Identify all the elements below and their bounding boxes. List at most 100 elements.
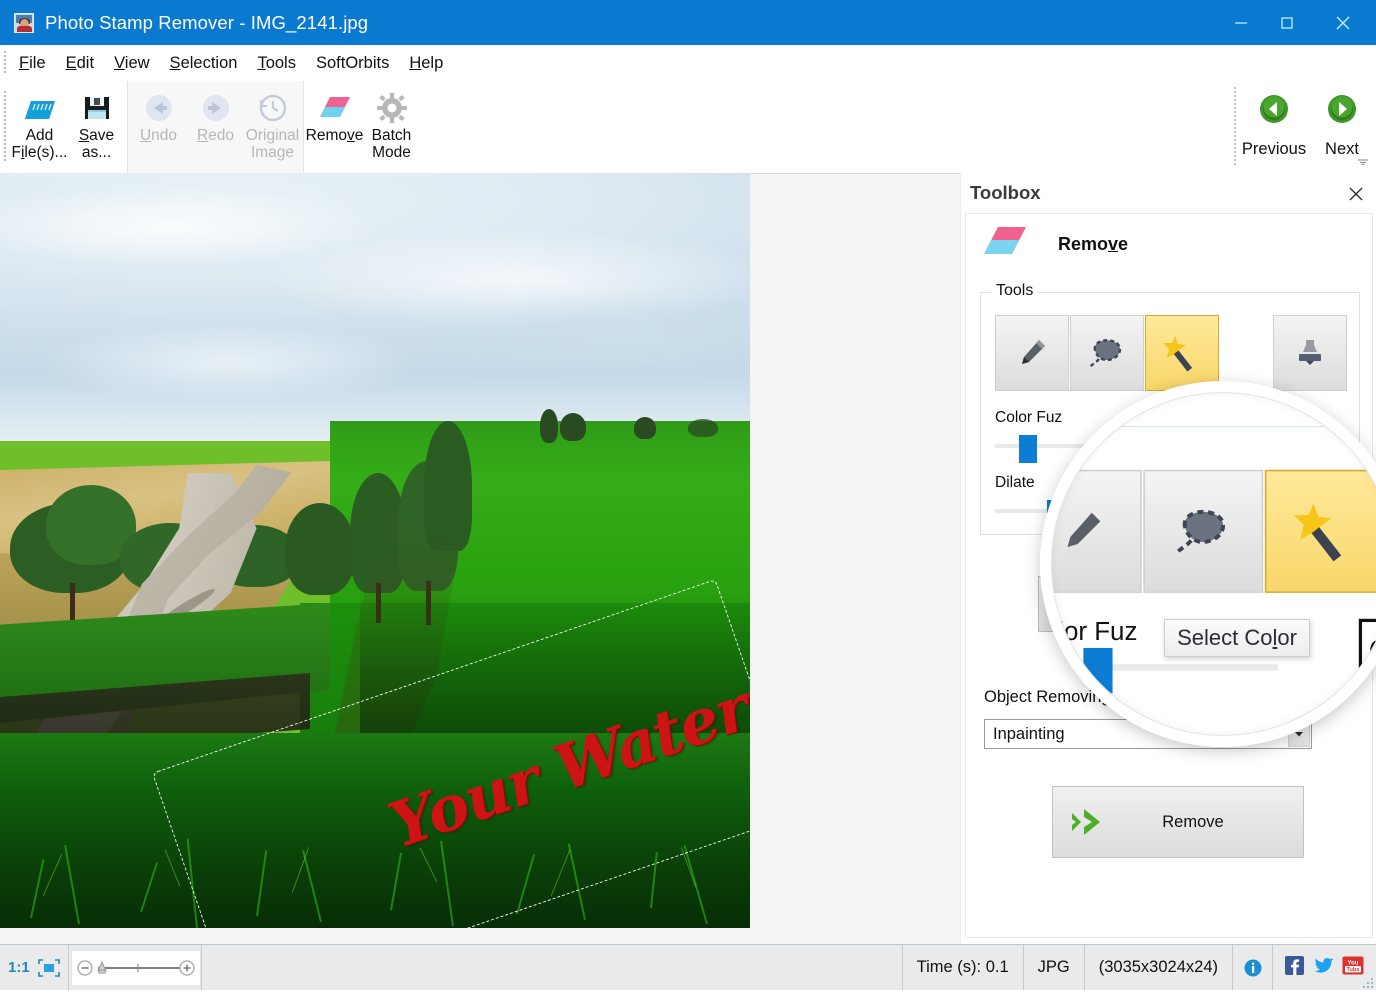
next-button[interactable]: Next xyxy=(1308,81,1376,173)
object-removing-mode-select[interactable]: Inpainting xyxy=(984,719,1312,749)
chevron-down-icon[interactable] xyxy=(1288,721,1310,747)
toolbox-panel: Toolbox Remove Tools Color Fuz 0 Dilate … xyxy=(960,173,1376,944)
undo-arrow-icon xyxy=(143,89,175,127)
youtube-icon[interactable]: You Tube xyxy=(1342,956,1364,980)
open-folder-icon xyxy=(23,89,57,127)
redo-button[interactable]: Redo xyxy=(187,85,244,169)
close-icon[interactable] xyxy=(1345,183,1367,205)
close-icon[interactable] xyxy=(1310,0,1376,45)
menu-item-tools[interactable]: Tools xyxy=(247,51,306,76)
maximize-icon[interactable] xyxy=(1264,0,1310,45)
distant-tree xyxy=(634,417,656,439)
menu-item-help[interactable]: Help xyxy=(399,51,453,76)
remove-section-title: Remove xyxy=(1058,233,1129,254)
batch-mode-label-1: Batch xyxy=(371,127,412,144)
undo-button[interactable]: Undo xyxy=(130,85,187,169)
menu-bar: File Edit View Selection Tools SoftOrbit… xyxy=(0,45,1376,81)
info-icon[interactable] xyxy=(1233,945,1273,990)
load-selection-button[interactable] xyxy=(1320,576,1374,632)
select-color-button[interactable]: Select Color xyxy=(1164,619,1310,657)
menu-item-edit[interactable]: Edit xyxy=(56,51,104,76)
resize-grip-icon[interactable] xyxy=(1362,976,1374,988)
add-files-button[interactable]: Add File(s)... xyxy=(11,85,68,169)
title-bar: Photo Stamp Remover - IMG_2141.jpg xyxy=(0,0,1376,45)
lasso-tool[interactable] xyxy=(1070,315,1144,391)
dilate-label: Dilate xyxy=(995,474,1035,491)
remove-button[interactable]: Remove xyxy=(306,85,363,169)
menu-item-view[interactable]: View xyxy=(104,51,159,76)
save-as-label-1: Save xyxy=(78,127,115,144)
minimize-icon[interactable] xyxy=(1218,0,1264,45)
menu-item-softorbits[interactable]: SoftOrbits xyxy=(306,51,399,76)
color-fuzziness-number: 0 xyxy=(1290,439,1299,456)
color-fuzziness-slider[interactable] xyxy=(995,435,1267,463)
dilate-number: 2 xyxy=(1290,504,1299,521)
undo-label: Undo xyxy=(139,127,178,144)
remove-ribbon-label: Remove xyxy=(305,127,364,144)
menu-item-selection[interactable]: Selection xyxy=(160,51,248,76)
color-fuzziness-value[interactable]: 0 xyxy=(1283,433,1343,463)
menu-drag-grip[interactable] xyxy=(0,45,9,81)
distant-tree xyxy=(560,413,586,441)
remove-action-button[interactable]: Remove xyxy=(1052,786,1304,858)
photo-preview[interactable]: Your Watermark xyxy=(0,173,750,928)
add-files-label-1: Add xyxy=(25,127,54,144)
tools-legend: Tools xyxy=(991,282,1039,300)
distant-tree xyxy=(540,409,558,443)
twitter-icon[interactable] xyxy=(1313,956,1334,979)
toolbar-group-actions: Remove Batch Mode xyxy=(304,81,1368,173)
gear-icon xyxy=(376,89,408,127)
magic-wand-tool[interactable] xyxy=(1145,315,1219,391)
spinner-arrows[interactable] xyxy=(1326,434,1342,462)
marker-tool[interactable] xyxy=(995,315,1069,391)
original-image-button[interactable]: Original Image xyxy=(244,85,301,169)
original-image-label-1: Original xyxy=(245,127,300,144)
dilate-value[interactable]: 2 xyxy=(1283,498,1343,528)
menu-item-file[interactable]: File xyxy=(9,51,56,76)
processing-time: Time (s): 0.1 xyxy=(902,945,1024,990)
status-spacer xyxy=(201,945,903,990)
status-bar: 1:1 Time (s): 0.1 JPG (3035x3024x24) You… xyxy=(0,944,1376,990)
toolbar-drag-grip[interactable] xyxy=(0,81,9,173)
window-controls xyxy=(1218,0,1376,45)
zoom-controls: 1:1 xyxy=(0,945,69,990)
green-double-arrow-icon xyxy=(1063,805,1119,839)
stamp-tool[interactable] xyxy=(1273,315,1347,391)
dilate-slider[interactable] xyxy=(995,500,1267,528)
green-right-arrow-icon xyxy=(1326,93,1358,130)
object-removing-mode-value: Inpainting xyxy=(993,724,1065,743)
redo-arrow-icon xyxy=(200,89,232,127)
facebook-icon[interactable] xyxy=(1285,955,1304,980)
next-label: Next xyxy=(1325,140,1359,158)
spinner-arrows[interactable] xyxy=(1326,499,1342,527)
tools-group: Tools Color Fuz 0 Dilate 2 xyxy=(980,282,1360,535)
batch-mode-button[interactable]: Batch Mode xyxy=(363,85,420,169)
eraser-icon xyxy=(317,89,353,127)
floppy-disk-icon xyxy=(82,89,112,127)
add-files-label-2: File(s)... xyxy=(11,144,68,161)
zoom-ratio-button[interactable]: 1:1 xyxy=(8,959,30,976)
save-as-button[interactable]: Save as... xyxy=(68,85,125,169)
navigation-drag-grip[interactable] xyxy=(1230,81,1240,173)
remove-section-header: Remove xyxy=(966,214,1372,274)
fit-to-window-icon[interactable] xyxy=(37,958,60,977)
image-dimensions: (3035x3024x24) xyxy=(1084,945,1233,990)
toolbar-group-navigation: Previous Next xyxy=(1230,81,1376,173)
sky-region xyxy=(0,173,750,441)
toolbox-body: Remove Tools Color Fuz 0 Dilate 2 Clear … xyxy=(965,213,1374,938)
previous-button[interactable]: Previous xyxy=(1240,81,1308,173)
social-links: You Tube xyxy=(1273,945,1376,990)
toolbox-title: Toolbox xyxy=(970,182,1041,203)
toolbar-group-file: Add File(s)... Save as... xyxy=(9,81,127,173)
green-left-arrow-icon xyxy=(1258,93,1290,130)
clock-history-icon xyxy=(257,89,289,127)
toolbar: Add File(s)... Save as... Undo Redo Orig… xyxy=(0,81,1376,173)
original-image-label-2: Image xyxy=(250,144,295,161)
eraser-icon xyxy=(982,224,1032,264)
photo-stamp-remover-icon xyxy=(14,12,34,33)
window-title: Photo Stamp Remover - IMG_2141.jpg xyxy=(45,11,369,33)
zoom-slider[interactable] xyxy=(70,949,201,986)
image-canvas[interactable]: Your Watermark xyxy=(0,173,960,944)
object-removing-mode-label: Object Removing Mode xyxy=(984,688,1157,706)
image-format: JPG xyxy=(1023,945,1085,990)
